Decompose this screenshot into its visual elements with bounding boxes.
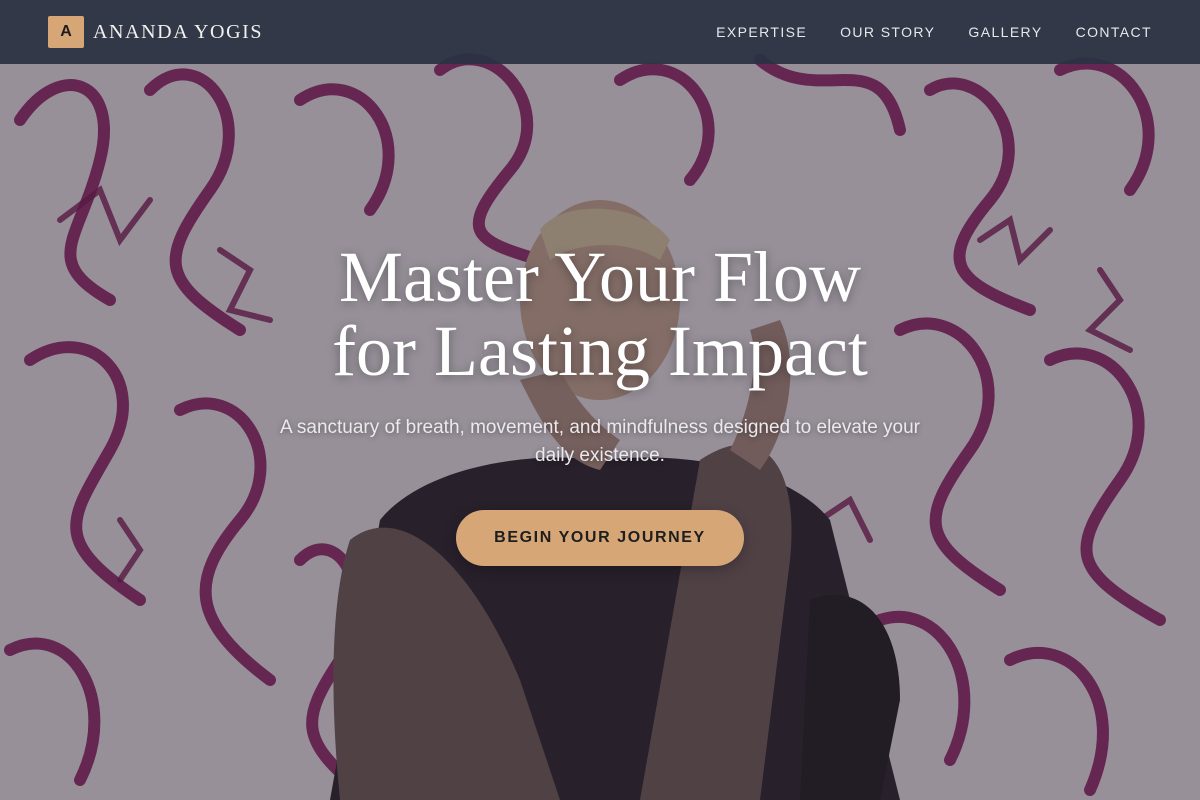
begin-journey-button[interactable]: BEGIN YOUR JOURNEY [456,510,744,566]
nav-link-expertise[interactable]: EXPERTISE [716,24,807,40]
landing-page: A ANANDA YOGIS EXPERTISE OUR STORY GALLE… [0,0,1200,800]
hero-title-line-2: for Lasting Impact [332,311,868,391]
nav-link-contact[interactable]: CONTACT [1076,24,1152,40]
hero-title: Master Your Flow for Lasting Impact [332,240,868,388]
brand-name: ANANDA YOGIS [93,20,264,43]
brand-logo[interactable]: A ANANDA YOGIS [48,16,263,48]
brand-badge: A [48,16,84,48]
hero-subtitle: A sanctuary of breath, movement, and min… [279,417,921,466]
nav-link-our-story[interactable]: OUR STORY [840,24,935,40]
hero-section: Master Your Flow for Lasting Impact A sa… [0,240,1200,566]
hero-title-line-1: Master Your Flow [338,237,862,317]
nav-link-gallery[interactable]: GALLERY [968,24,1042,40]
nav-links: EXPERTISE OUR STORY GALLERY CONTACT [716,24,1152,40]
top-nav-bar: A ANANDA YOGIS EXPERTISE OUR STORY GALLE… [0,0,1200,64]
